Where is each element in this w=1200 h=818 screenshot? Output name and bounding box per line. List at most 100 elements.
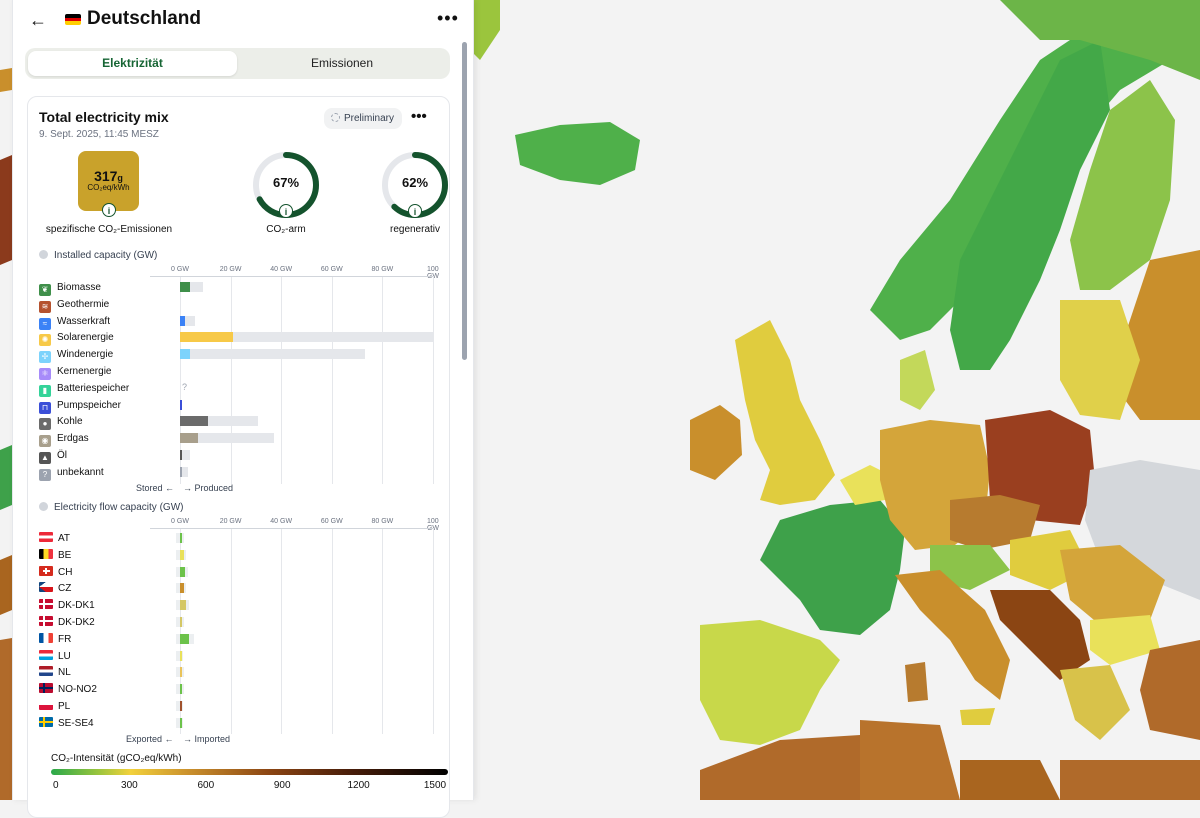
flow-row-label: PL [58,701,71,712]
installed-capacity-heading[interactable]: Installed capacity (GW) [39,250,157,261]
gridline [331,276,333,484]
renewable-label: regenerativ [389,224,441,235]
map-sardinia [905,662,928,702]
flow-heading-text: Electricity flow capacity (GW) [54,502,184,513]
pump-icon: ⊓ [39,401,51,414]
dk-flag-icon [39,616,53,626]
renewable-info-icon[interactable]: i [408,204,422,218]
gridline [281,276,283,484]
unknown-marker: ? [182,381,188,392]
renewable-value: 62% [401,175,429,190]
flow-row-se-se4[interactable]: SE-SE4 [39,716,94,731]
installed-heading-text: Installed capacity (GW) [54,250,158,261]
card-more-button[interactable]: ••• [411,108,427,125]
panel-header: ← Deutschland ••• [13,0,473,40]
axis-tick-label: 80 GW [371,266,394,273]
production-bar[interactable] [180,416,208,427]
flow-row-dk-dk1[interactable]: DK-DK1 [39,598,95,613]
map-left-edge-4 [0,555,12,615]
flow-row-fr[interactable]: FR [39,632,71,647]
preliminary-label: Preliminary [344,113,395,124]
installed-row-geothermie[interactable]: ≋ Geothermie [39,297,109,313]
flow-bar[interactable] [180,617,182,627]
exported-label: Exported ← [126,734,174,744]
flow-row-ch[interactable]: CH [39,565,72,580]
flow-row-no-no2[interactable]: NO-NO2 [39,682,97,697]
flow-row-label: DK-DK2 [58,617,95,628]
legend-tick: 0 [53,780,59,791]
installed-row-batteriespeicher[interactable]: ▮ Batteriespeicher [39,381,129,397]
more-options-button[interactable]: ••• [437,8,459,29]
flow-bar[interactable] [180,600,186,611]
flow-bar[interactable] [180,583,184,594]
production-bar[interactable] [180,399,182,410]
tab-emissions[interactable]: Emissionen [237,51,447,76]
flow-row-cz[interactable]: CZ [39,581,71,596]
flow-bar[interactable] [180,566,186,577]
flow-row-label: NL [58,667,71,679]
flow-row-lu[interactable]: LU [39,649,71,664]
oil-icon: ▲ [39,452,51,464]
production-bar[interactable] [180,349,191,360]
flow-bar[interactable] [180,684,183,695]
at-flag-icon [39,532,53,542]
flow-bar[interactable] [180,633,190,644]
installed-row-label: Kohle [57,416,83,428]
back-arrow-icon[interactable]: ← [27,9,49,31]
production-bar[interactable] [180,433,198,444]
production-bar[interactable] [180,450,182,460]
installed-row-label: Biomasse [57,282,101,293]
flow-row-pl[interactable]: PL [39,699,70,714]
lu-flag-icon [39,649,53,660]
produced-label: → Produced [183,483,234,493]
be-flag-icon [39,548,53,559]
installed-row-windenergie[interactable]: ✢ Windenergie [39,347,113,364]
installed-row-label: Pumpspeicher [57,399,121,411]
production-bar[interactable] [180,332,234,343]
pl-flag-icon [39,700,53,710]
flow-bar[interactable] [180,701,182,711]
installed-row-pumpspeicher[interactable]: ⊓ Pumpspeicher [39,398,121,414]
tab-electricity[interactable]: Elektrizität [28,51,237,76]
production-bar[interactable] [180,315,186,326]
flow-bar[interactable] [180,650,182,661]
flow-capacity-heading[interactable]: Electricity flow capacity (GW) [39,502,183,513]
flow-row-label: DK-DK1 [58,600,95,612]
lowcarbon-info-icon[interactable]: i [279,204,293,218]
flow-bar[interactable] [180,549,184,560]
installed-row-solarenergie[interactable]: ✺ Solarenergie [39,330,114,347]
nl-flag-icon [39,666,53,677]
installed-row-label: unbekannt [57,466,104,478]
dk-flag-icon [39,599,53,610]
legend-tick: 300 [121,780,138,791]
preliminary-badge[interactable]: Preliminary [324,108,403,129]
ch-flag-icon [39,565,53,576]
map-left-edge-5 [0,638,12,800]
installed-row-biomasse[interactable]: ❦ Biomasse [39,280,101,296]
co2-info-icon[interactable]: i [102,203,116,217]
axis-line [150,276,433,277]
production-bar[interactable] [180,282,191,292]
production-bar[interactable] [180,466,182,477]
installed-row-kernenergie[interactable]: ⚛ Kernenergie [39,364,111,380]
installed-row-unbekannt[interactable]: ? unbekannt [39,465,104,481]
installed-row-kohle[interactable]: ● Kohle [39,414,83,431]
flow-row-be[interactable]: BE [39,548,71,563]
flow-row-dk-dk2[interactable]: DK-DK2 [39,615,95,630]
scrollbar[interactable] [462,42,467,360]
flow-row-nl[interactable]: NL [39,665,71,680]
installed-row-erdgas[interactable]: ◉ Erdgas [39,431,89,448]
flow-bar[interactable] [180,717,182,728]
flow-bar[interactable] [180,533,182,543]
flow-row-at[interactable]: AT [39,531,70,546]
map-sicily [960,708,995,725]
installed-row-öl[interactable]: ▲ Öl [39,448,67,464]
capacity-bar[interactable] [180,450,191,460]
flow-bar[interactable] [180,667,182,678]
installed-row-label: Öl [57,450,67,461]
co2-intensity-box: 317g CO₂eq/kWh [78,151,139,211]
installed-row-label: Erdgas [57,433,89,445]
co2-unit: CO₂eq/kWh [87,183,130,192]
installed-row-wasserkraft[interactable]: ≈ Wasserkraft [39,314,110,330]
capacity-bar[interactable] [180,349,365,360]
